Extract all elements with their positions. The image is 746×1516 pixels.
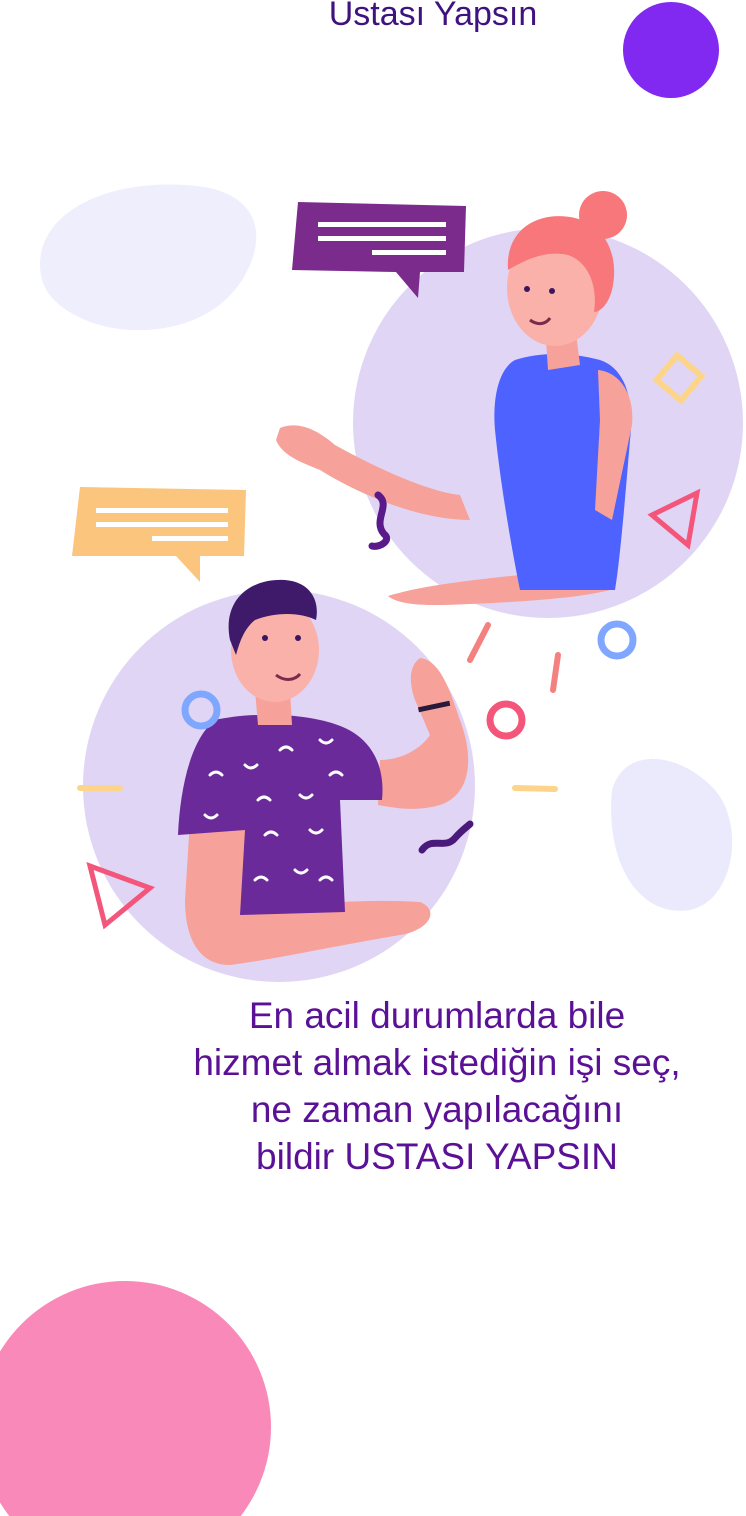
bubble-line [96, 508, 228, 513]
dash-decoration [550, 652, 561, 693]
bubble-line [318, 222, 446, 227]
woman-hair-bun [579, 191, 627, 239]
ring-decoration [597, 620, 637, 660]
bubble-line [152, 536, 228, 541]
dash-decoration [467, 622, 491, 663]
tagline-line: bildir USTASI YAPSIN [256, 1136, 618, 1177]
dash-decoration [512, 785, 558, 792]
blob-top-left [40, 184, 257, 331]
woman-chat-illustration [276, 191, 743, 618]
bubble-line [318, 236, 446, 241]
ring-decoration [486, 700, 526, 740]
tagline-line: En acil durumlarda bile [248, 995, 626, 1036]
tagline-line: hizmet almak istediğin işi seç, [193, 1042, 681, 1083]
tagline: En acil durumlarda bile hizmet almak ist… [150, 992, 724, 1180]
pink-circle-decoration [0, 1281, 271, 1516]
chat-illustration [0, 2, 743, 1516]
bubble-line [96, 522, 228, 527]
blob-right [611, 758, 733, 911]
tagline-line: ne zaman yapılacağını [250, 1089, 624, 1130]
page-title: Ustası Yapsın [328, 0, 538, 33]
bubble-line [372, 250, 446, 255]
speech-bubble-yellow [72, 487, 246, 582]
